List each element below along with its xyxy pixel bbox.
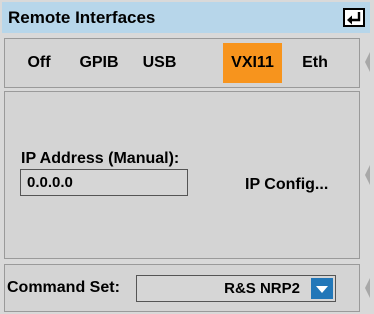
- ip-address-field[interactable]: 0.0.0.0: [20, 169, 188, 196]
- tab-eth[interactable]: Eth: [291, 43, 339, 83]
- side-scroll-handle-icon[interactable]: [364, 277, 372, 299]
- tab-off[interactable]: Off: [11, 43, 67, 83]
- side-scroll-handle-icon[interactable]: [364, 164, 372, 186]
- tab-vxi11[interactable]: VXI11: [223, 43, 282, 83]
- tab-gpib[interactable]: GPIB: [70, 43, 128, 83]
- command-set-label: Command Set:: [7, 279, 120, 296]
- vxi11-settings-panel: IP Address (Manual): 0.0.0.0 IP Config..…: [4, 91, 360, 259]
- side-scroll-handle-icon[interactable]: [364, 51, 372, 73]
- title-bar: Remote Interfaces: [2, 2, 370, 33]
- enter-button[interactable]: [343, 8, 365, 27]
- command-set-row: Command Set: R&S NRP2: [4, 264, 360, 312]
- interface-tabs: Off GPIB USB VXI11 Eth: [4, 38, 360, 88]
- chevron-down-icon: [316, 286, 328, 293]
- command-set-select[interactable]: R&S NRP2: [136, 275, 336, 302]
- ip-config-button[interactable]: IP Config...: [245, 175, 328, 195]
- window-title: Remote Interfaces: [8, 8, 156, 27]
- ip-address-label: IP Address (Manual):: [21, 150, 180, 167]
- enter-return-icon: [347, 12, 361, 25]
- dropdown-button[interactable]: [311, 278, 333, 299]
- command-set-value: R&S NRP2: [224, 280, 300, 297]
- tab-usb[interactable]: USB: [132, 43, 187, 83]
